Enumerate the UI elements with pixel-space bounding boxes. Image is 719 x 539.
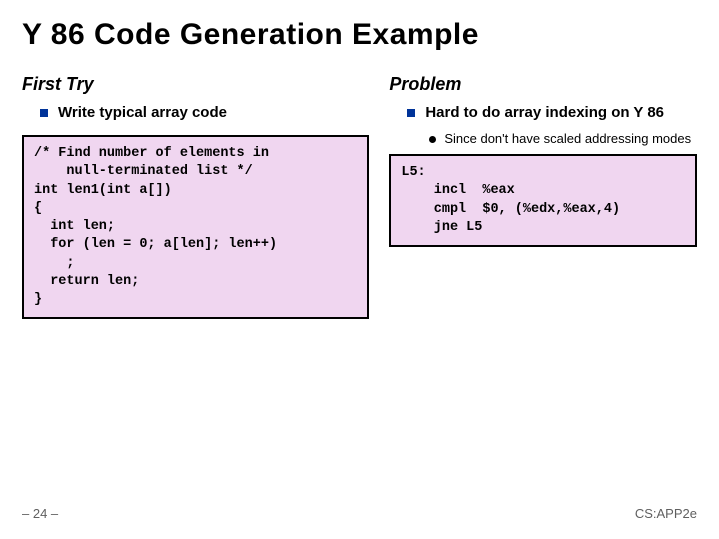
left-code-box: /* Find number of elements in null-termi… (22, 135, 369, 319)
slide-title: Y 86 Code Generation Example (22, 18, 697, 52)
right-column: Problem Hard to do array indexing on Y 8… (389, 74, 697, 319)
page-number: – 24 – (22, 506, 58, 521)
right-bullet-text: Hard to do array indexing on Y 86 (425, 103, 664, 123)
left-bullet-row: Write typical array code (40, 103, 369, 123)
course-label: CS:APP2e (635, 506, 697, 521)
content-columns: First Try Write typical array code /* Fi… (22, 74, 697, 319)
right-code-box: L5: incl %eax cmpl $0, (%edx,%eax,4) jne… (389, 154, 697, 247)
right-bullet-row: Hard to do array indexing on Y 86 (407, 103, 697, 123)
left-bullet-text: Write typical array code (58, 103, 227, 123)
right-heading: Problem (389, 74, 697, 95)
right-sub-bullet-row: Since don't have scaled addressing modes (429, 131, 697, 148)
square-bullet-icon (407, 109, 415, 117)
round-bullet-icon (429, 136, 436, 143)
right-sub-bullet-text: Since don't have scaled addressing modes (444, 131, 691, 148)
left-column: First Try Write typical array code /* Fi… (22, 74, 369, 319)
square-bullet-icon (40, 109, 48, 117)
left-heading: First Try (22, 74, 369, 95)
